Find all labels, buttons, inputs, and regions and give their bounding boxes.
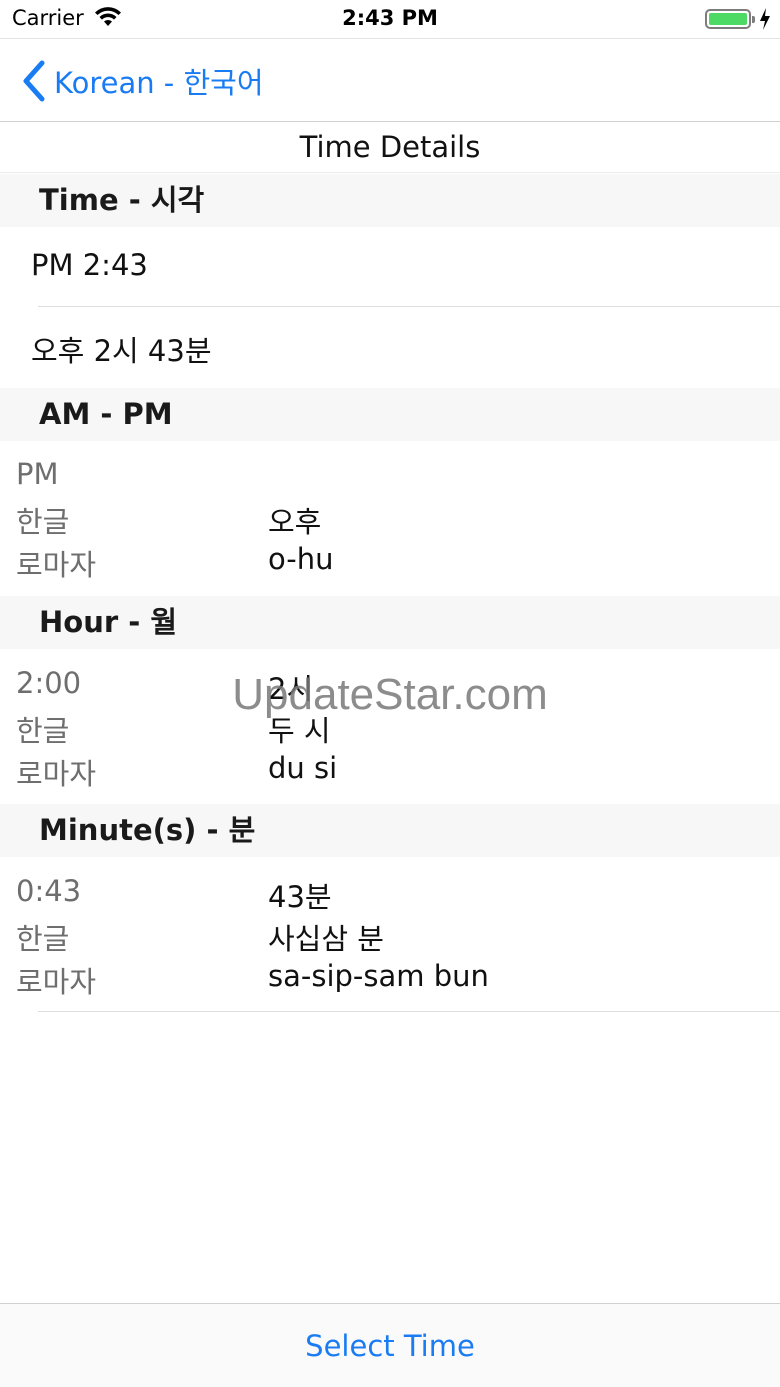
charging-bolt-icon: [760, 8, 770, 30]
ampm-hangul-value: 오후: [268, 505, 322, 539]
minute-roman-value: sa-sip-sam bun: [268, 959, 489, 993]
time-line-2: 오후 2시 43분: [31, 334, 212, 368]
navigation-bar: Korean - 한국어: [0, 38, 780, 122]
status-bar: Carrier 2:43 PM: [0, 0, 780, 40]
page-title: Time Details: [0, 122, 780, 173]
minute-hangul-label: 한글: [16, 922, 70, 956]
minute-title-value: 43분: [268, 880, 332, 914]
minute-title: 0:43: [16, 874, 82, 908]
select-time-button[interactable]: Select Time: [0, 1304, 780, 1387]
bottom-toolbar: Select Time: [0, 1303, 780, 1387]
hour-roman-value: du si: [268, 751, 338, 785]
chevron-left-icon: [23, 60, 45, 102]
battery-icon: [705, 9, 755, 29]
ampm-hangul-label: 한글: [16, 505, 70, 539]
section-header-time: Time - 시각: [0, 174, 780, 227]
ampm-roman-label: 로마자: [16, 548, 97, 582]
time-line-1: PM 2:43: [31, 248, 148, 282]
hour-roman-label: 로마자: [16, 757, 97, 791]
section-header-hour: Hour - 월: [0, 596, 780, 649]
back-button-label: Korean - 한국어: [54, 66, 264, 100]
divider: [38, 1011, 780, 1012]
section-header-minute: Minute(s) - 분: [0, 804, 780, 857]
minute-roman-label: 로마자: [16, 965, 97, 999]
minute-hangul-value: 사십삼 분: [268, 922, 384, 956]
ampm-roman-value: o-hu: [268, 542, 334, 576]
ampm-title: PM: [16, 457, 59, 491]
back-button[interactable]: Korean - 한국어: [20, 59, 264, 103]
section-header-ampm: AM - PM: [0, 388, 780, 441]
watermark: UpdateStar.com: [232, 670, 548, 719]
divider: [38, 306, 780, 307]
status-time: 2:43 PM: [342, 6, 438, 30]
